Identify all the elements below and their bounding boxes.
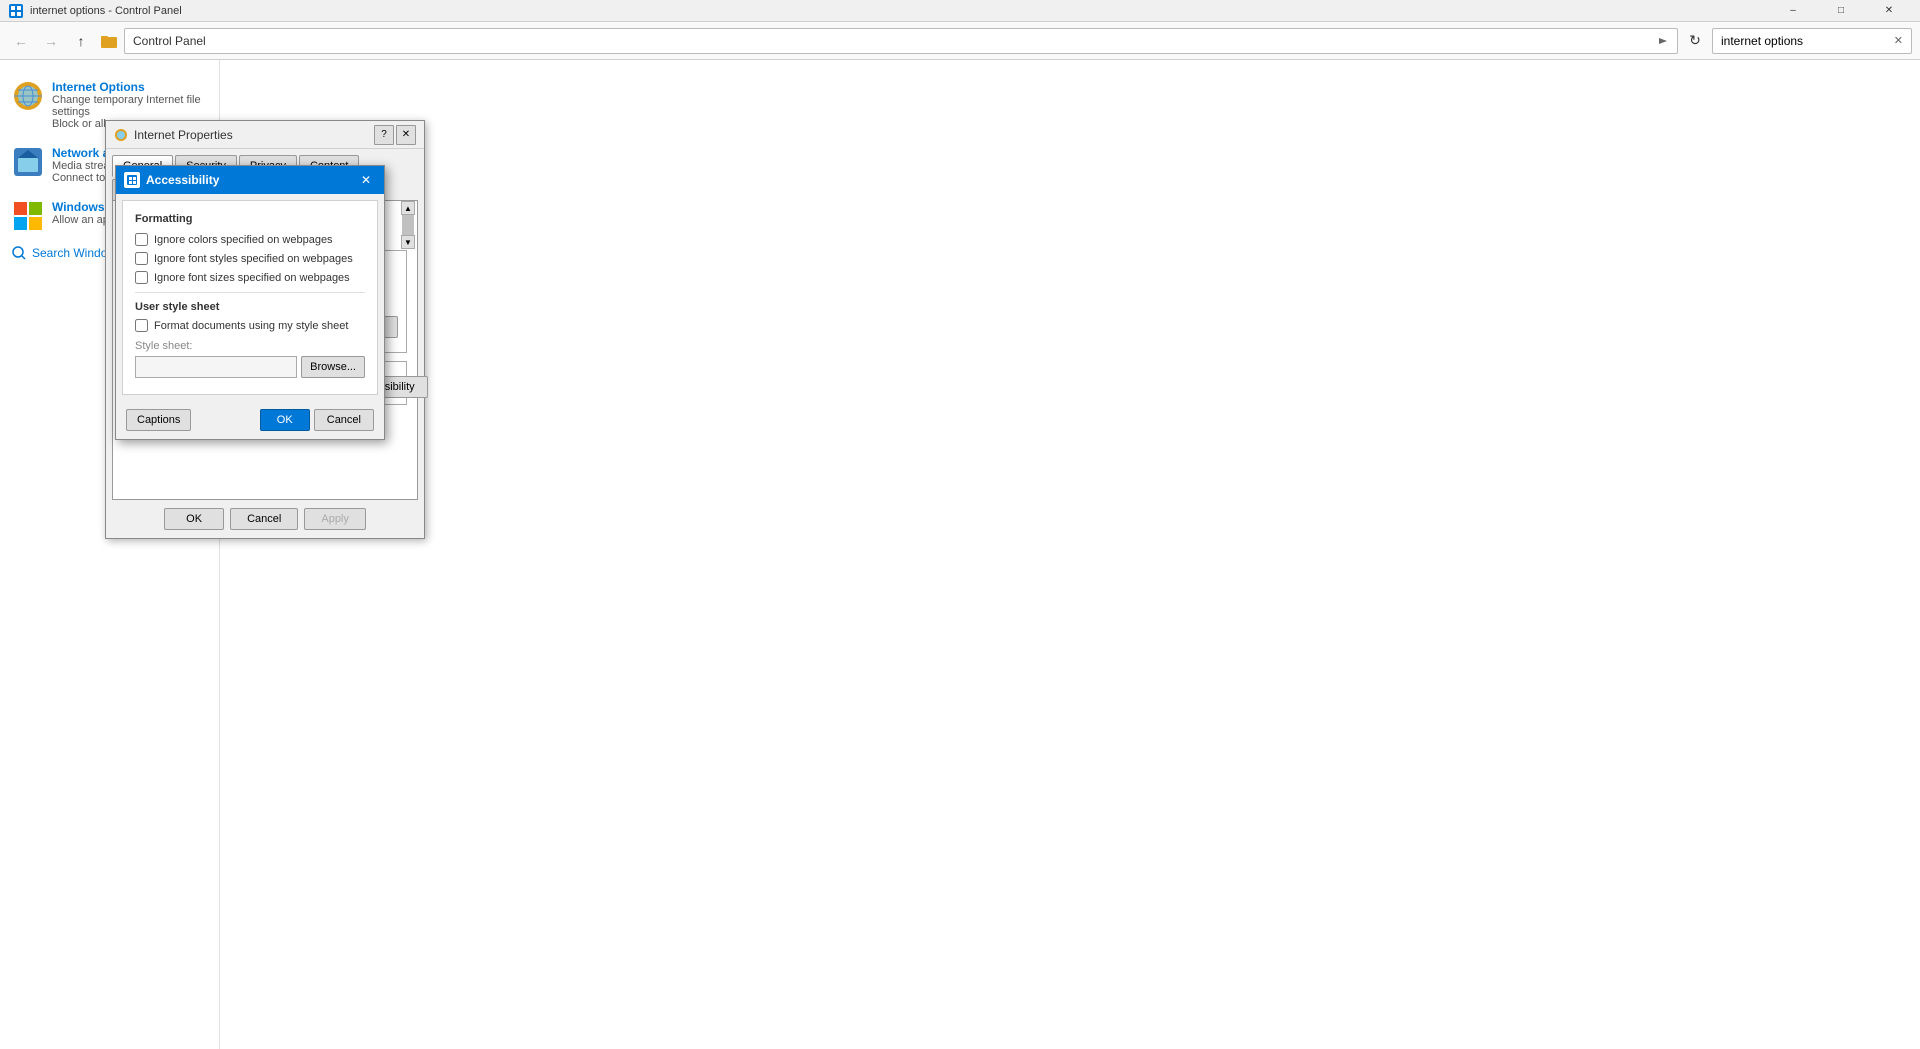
ignore-font-sizes-checkbox[interactable] [135,271,148,284]
content-area: Internet Options Change temporary Intern… [0,60,1920,1049]
scroll-thumb[interactable] [402,215,414,235]
ignore-font-sizes-row: Ignore font sizes specified on webpages [135,271,365,284]
search-clear-icon[interactable]: ✕ [1894,34,1903,47]
search-input[interactable] [1721,34,1894,48]
ignore-font-sizes-label: Ignore font sizes specified on webpages [154,272,350,284]
window-title: internet options - Control Panel [30,5,182,17]
main-panel [220,60,1920,1049]
breadcrumb-text: Control Panel [133,34,206,48]
breadcrumb-path: Control Panel [133,34,1657,48]
scroll-up-arrow[interactable]: ▲ [401,201,415,215]
accessibility-close-button[interactable]: ✕ [356,170,376,190]
sidebar-item-internet-options-title: Internet Options [52,80,207,94]
ignore-colors-row: Ignore colors specified on webpages [135,233,365,246]
accessibility-cancel-button[interactable]: Cancel [314,409,374,431]
dialog-title-text: Internet Properties [134,128,233,142]
ignore-colors-label: Ignore colors specified on webpages [154,234,333,246]
folder-icon [100,32,118,50]
accessibility-title-text: Accessibility [146,173,219,187]
close-button[interactable]: ✕ [1866,0,1912,22]
style-sheet-sub-label: Style sheet: [135,340,365,352]
cancel-button[interactable]: Cancel [230,508,298,530]
divider [135,292,365,293]
sidebar-item-internet-options-desc1: Change temporary Internet file settings [52,94,207,118]
title-bar-controls: – □ ✕ [1770,0,1912,22]
refresh-button[interactable]: ↻ [1682,28,1708,54]
control-panel-icon [8,3,24,19]
acc-footer-right: OK Cancel [260,409,374,431]
breadcrumb-arrow-icon [1657,35,1669,47]
dialog-title-bar: Internet Properties ? ✕ [106,121,424,149]
apply-button[interactable]: Apply [304,508,366,530]
maximize-button[interactable]: □ [1818,0,1864,22]
address-input[interactable]: Control Panel [124,28,1678,54]
accessibility-dialog: Accessibility ✕ Formatting Ignore colors… [115,165,385,440]
captions-button[interactable]: Captions [126,409,191,431]
ignore-font-styles-row: Ignore font styles specified on webpages [135,252,365,265]
dialog-footer: OK Cancel Apply [106,500,424,538]
style-sheet-input[interactable] [135,356,297,378]
formatting-label: Formatting [135,213,365,225]
dialog-icon [114,128,128,142]
accessibility-footer: Captions OK Cancel [116,401,384,439]
network-icon [12,146,44,178]
dialog-close-button[interactable]: ✕ [396,125,416,145]
title-bar: internet options - Control Panel – □ ✕ [0,0,1920,22]
title-bar-left: internet options - Control Panel [8,3,182,19]
format-style-sheet-checkbox[interactable] [135,319,148,332]
windows-icon [12,200,44,232]
format-style-sheet-label: Format documents using my style sheet [154,320,348,332]
user-style-sheet-label: User style sheet [135,301,365,313]
scroll-down-arrow[interactable]: ▼ [401,235,415,249]
scrollbar[interactable]: ▲ ▼ [401,201,415,249]
style-sheet-input-line: Browse... [135,356,365,378]
internet-options-icon [12,80,44,112]
ignore-colors-checkbox[interactable] [135,233,148,246]
back-button[interactable]: ← [8,28,34,54]
style-sheet-checkbox-row: Format documents using my style sheet [135,319,365,332]
style-sheet-input-row: Style sheet: Browse... [135,340,365,378]
ignore-font-styles-label: Ignore font styles specified on webpages [154,253,353,265]
browse-button[interactable]: Browse... [301,356,365,378]
dialog-help-button[interactable]: ? [374,125,394,145]
ignore-font-styles-checkbox[interactable] [135,252,148,265]
accessibility-ok-button[interactable]: OK [260,409,310,431]
address-bar: ← → ↑ Control Panel ↻ ✕ [0,22,1920,60]
accessibility-content: Formatting Ignore colors specified on we… [122,200,378,395]
search-wrap: ✕ [1712,28,1912,54]
forward-button[interactable]: → [38,28,64,54]
search-icon [12,246,26,260]
accessibility-icon [124,172,140,188]
ok-button[interactable]: OK [164,508,224,530]
accessibility-title-bar: Accessibility ✕ [116,166,384,194]
up-button[interactable]: ↑ [68,28,94,54]
minimize-button[interactable]: – [1770,0,1816,22]
